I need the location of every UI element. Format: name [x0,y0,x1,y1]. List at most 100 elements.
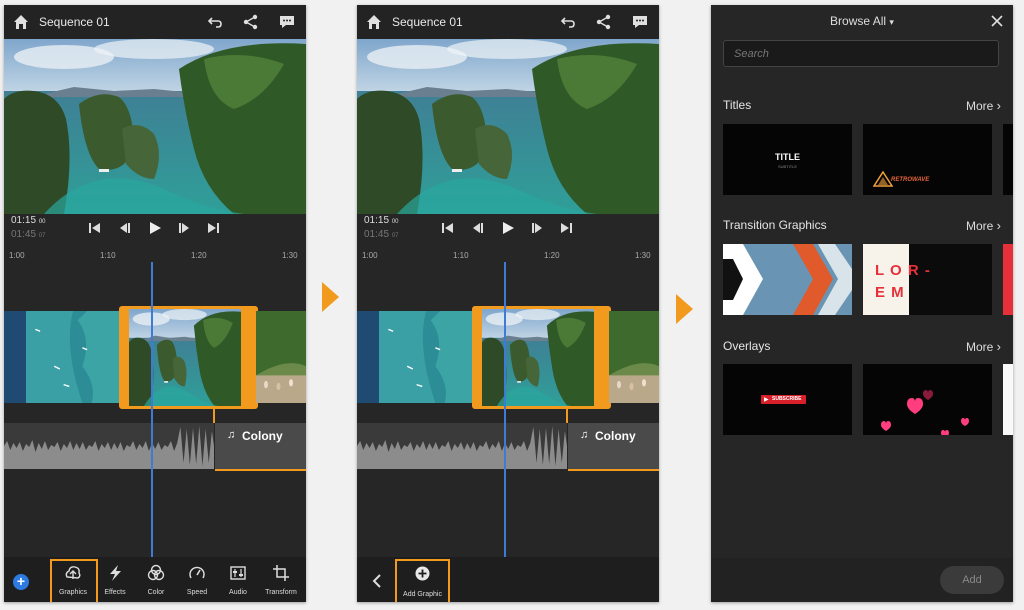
selected-video-clip[interactable] [119,306,258,409]
audio-waveform[interactable] [357,423,567,469]
ruler-tick: 1:30 [635,251,651,260]
selected-video-clip[interactable] [472,306,611,409]
audio-track: ♫ Colony [4,423,306,471]
heart-icon [881,390,969,435]
music-note-icon: ♫ [580,429,589,441]
color-icon [147,564,165,581]
current-timecode: 01:15 00 [364,215,399,226]
audio-track: ♫ Colony [357,423,659,471]
subscribe-overlay-thumb[interactable]: ▶ SUBSCRIBE [723,364,852,435]
close-icon[interactable] [991,15,1003,27]
time-ruler[interactable]: 1:00 1:10 1:20 1:30 [357,251,659,265]
chevron-right-icon: › [996,98,1001,113]
video-preview[interactable] [4,39,306,214]
skip-start-icon [442,223,453,233]
audio-clip[interactable]: ♫ Colony [568,423,659,471]
overlay-template-thumb[interactable] [1003,364,1013,435]
add-graphic-button[interactable]: Add Graphic [395,559,450,602]
lorem-transition-thumb[interactable]: L O R - E M [863,244,992,315]
retro-triangle-logo [873,171,893,187]
home-icon[interactable] [13,14,29,30]
share-icon[interactable] [242,13,260,31]
audio-waveform[interactable] [4,423,214,469]
transition-template-thumb[interactable] [1003,244,1013,315]
playhead[interactable] [151,262,153,557]
video-clip[interactable] [357,311,379,403]
chevron-transition-thumb[interactable] [723,244,852,315]
video-track [357,305,659,409]
section-title-titles: Titles [723,98,752,112]
add-button[interactable]: Add [940,566,1004,594]
ruler-tick: 1:00 [9,251,25,260]
total-duration: 01:45 07 [11,229,46,240]
tool-audio[interactable]: Audio [217,561,259,596]
subscribe-badge: ▶ SUBSCRIBE [761,395,806,404]
transport-controls [89,222,219,234]
clip-link-line [566,407,568,423]
search-input[interactable]: Search [723,40,999,67]
ruler-tick: 1:00 [362,251,378,260]
timeline-screen-add-graphic: Sequence 01 01:15 00 01:45 07 1:00 1:10 … [357,5,659,602]
step-forward-icon [179,223,189,233]
home-icon[interactable] [366,14,382,30]
more-titles-link[interactable]: More › [966,98,1001,113]
step-forward-icon [532,223,542,233]
audio-mixer-icon [230,566,246,580]
play-icon [150,222,161,234]
ruler-tick: 1:10 [100,251,116,260]
time-ruler[interactable]: 1:00 1:10 1:20 1:30 [4,251,306,265]
tool-effects[interactable]: Effects [94,561,136,596]
undo-icon[interactable] [206,13,224,31]
video-clip[interactable] [26,311,120,403]
ruler-tick: 1:20 [544,251,560,260]
audio-clip-name: Colony [242,429,283,443]
bottom-toolbar: Add Graphic [357,557,659,602]
tool-speed[interactable]: Speed [176,561,218,596]
playhead[interactable] [504,262,506,557]
play-icon: ▶ [764,397,769,403]
more-transitions-link[interactable]: More › [966,218,1001,233]
browse-dropdown[interactable]: Browse All ▾ [711,14,1013,28]
feedback-icon[interactable] [631,13,649,31]
hearts-overlay-thumb[interactable] [863,364,992,435]
video-preview[interactable] [357,39,659,214]
bottom-toolbar: + Graphics Effects Color Speed Audio Tra… [4,557,306,602]
step-back-icon [120,223,130,233]
tool-color[interactable]: Color [135,561,177,596]
header-bar: Sequence 01 [4,5,306,39]
ruler-tick: 1:20 [191,251,207,260]
undo-icon[interactable] [559,13,577,31]
retrowave-template-thumb[interactable]: RETROWAVE [863,124,992,195]
video-clip[interactable] [256,311,306,403]
speed-icon [189,566,205,579]
timeline-screen-graphics: Sequence 01 01:15 00 01:45 07 1:00 1:10 … [4,5,306,602]
audio-clip[interactable]: ♫ Colony [215,423,306,471]
step-arrow-icon [322,282,339,312]
more-overlays-link[interactable]: More › [966,339,1001,354]
step-arrow-icon [676,294,693,324]
step-back-icon [473,223,483,233]
sequence-title: Sequence 01 [39,15,110,29]
video-clip[interactable] [4,311,26,403]
current-timecode: 01:15 00 [11,215,46,226]
share-icon[interactable] [595,13,613,31]
section-title-transitions: Transition Graphics [723,218,827,232]
video-clip[interactable] [379,311,473,403]
section-title-overlays: Overlays [723,339,771,353]
total-duration: 01:45 07 [364,229,399,240]
feedback-icon[interactable] [278,13,296,31]
graphics-highlight [50,559,98,602]
back-chevron-icon[interactable] [371,574,383,588]
add-media-button[interactable]: + [13,574,29,590]
browse-graphics-screen: Browse All ▾ Search Titles More › TITLE … [711,5,1013,602]
title-template-thumb[interactable]: TITLE SUBTITLE [723,124,852,195]
tool-transform[interactable]: Transform [260,561,302,596]
title-template-thumb[interactable] [1003,124,1013,195]
audio-clip-name: Colony [595,429,636,443]
add-bar: Add [711,558,1013,602]
chevron-down-icon: ▾ [889,17,894,27]
skip-end-icon [208,223,219,233]
chevron-right-icon: › [996,218,1001,233]
video-track [4,305,306,409]
video-clip[interactable] [609,311,659,403]
